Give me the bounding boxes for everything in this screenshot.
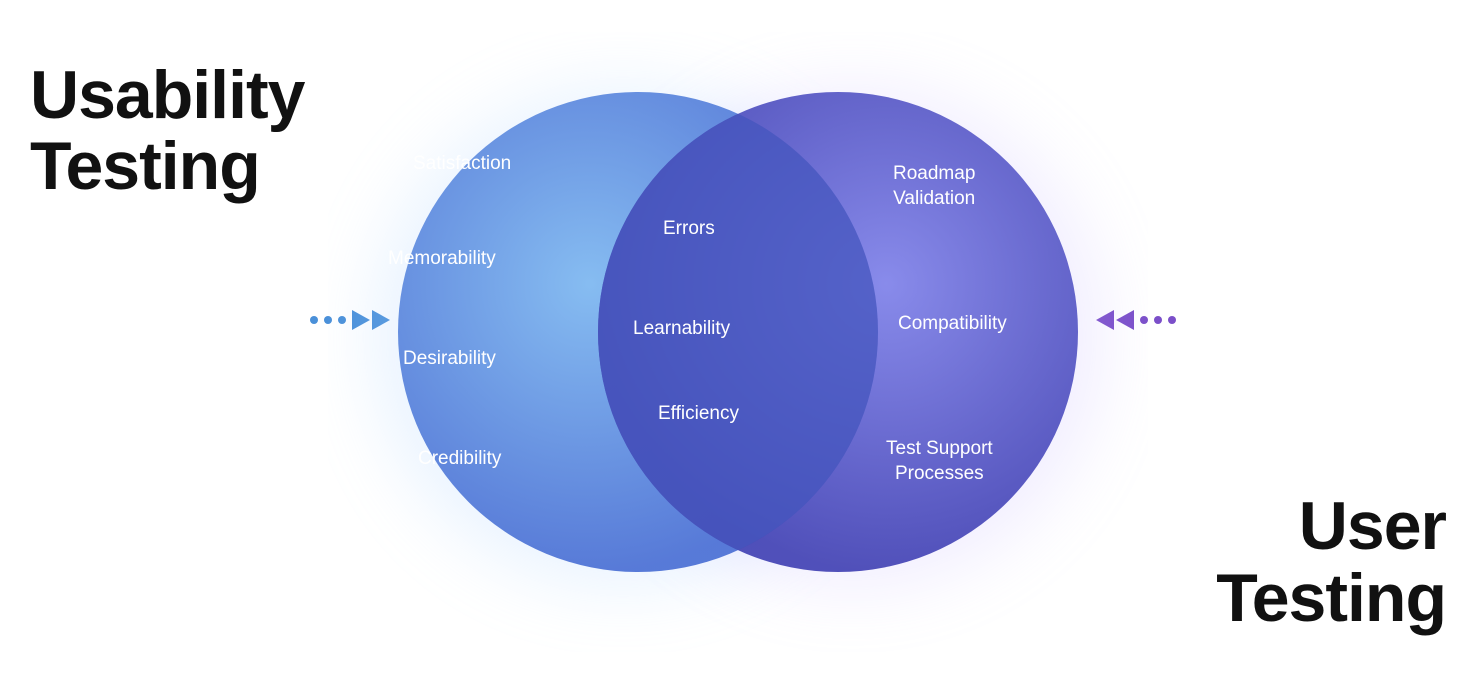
venn-diagram: Satisfaction Memorability Desirability C… — [328, 32, 1148, 652]
title-right: User Testing — [1216, 491, 1446, 634]
page-container: Usability Testing User Testing — [0, 0, 1476, 684]
title-left: Usability Testing — [30, 60, 304, 203]
